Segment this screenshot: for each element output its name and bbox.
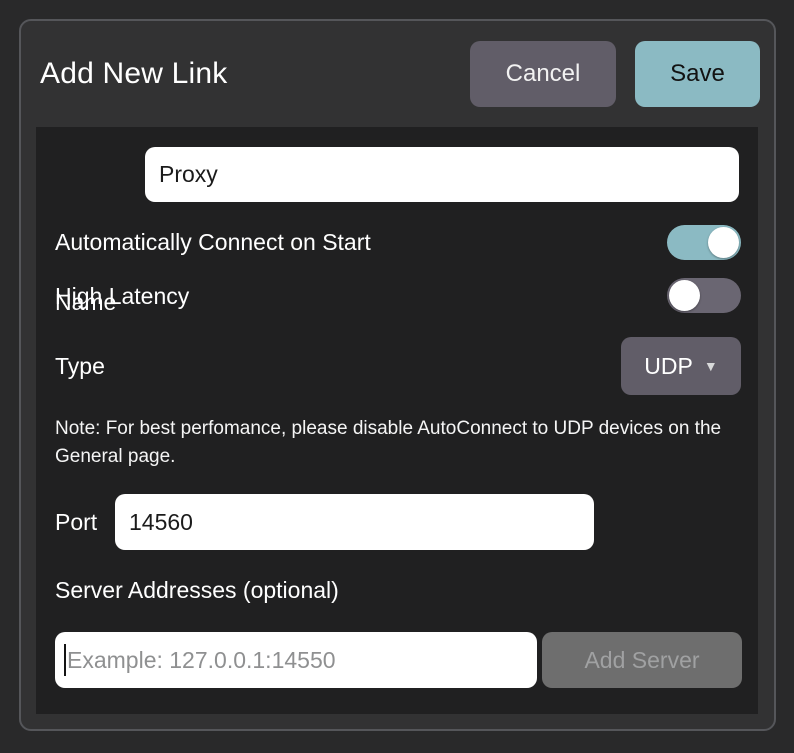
dialog-header: Add New Link Cancel Save xyxy=(40,41,760,107)
autoconnect-toggle[interactable] xyxy=(667,225,741,260)
cancel-button[interactable]: Cancel xyxy=(470,41,616,107)
type-dropdown-value: UDP xyxy=(644,353,693,380)
chevron-down-icon: ▼ xyxy=(704,359,718,373)
udp-performance-note: Note: For best perfomance, please disabl… xyxy=(55,415,731,471)
name-input[interactable] xyxy=(145,147,739,202)
save-button[interactable]: Save xyxy=(635,41,760,107)
port-input[interactable] xyxy=(115,494,594,550)
page-background: { "dialog": { "title": "Add New Link", "… xyxy=(0,0,794,753)
autoconnect-label: Automatically Connect on Start xyxy=(55,229,371,256)
add-server-button[interactable]: Add Server xyxy=(542,632,742,688)
server-address-input[interactable] xyxy=(55,632,537,688)
high-latency-label: High Latency xyxy=(55,283,189,310)
type-label: Type xyxy=(55,353,105,380)
port-label: Port xyxy=(55,509,97,536)
toggle-knob xyxy=(669,280,700,311)
form-panel: Name Automatically Connect on Start High… xyxy=(36,127,758,714)
server-address-input-wrap xyxy=(55,632,537,688)
toggle-knob xyxy=(708,227,739,258)
dialog-title: Add New Link xyxy=(40,57,228,91)
dialog-actions: Cancel Save xyxy=(470,41,760,107)
server-addresses-label: Server Addresses (optional) xyxy=(55,577,339,604)
add-link-dialog: Add New Link Cancel Save Name Automatica… xyxy=(19,19,776,731)
type-dropdown[interactable]: UDP ▼ xyxy=(621,337,741,395)
high-latency-toggle[interactable] xyxy=(667,278,741,313)
text-cursor xyxy=(64,644,66,676)
